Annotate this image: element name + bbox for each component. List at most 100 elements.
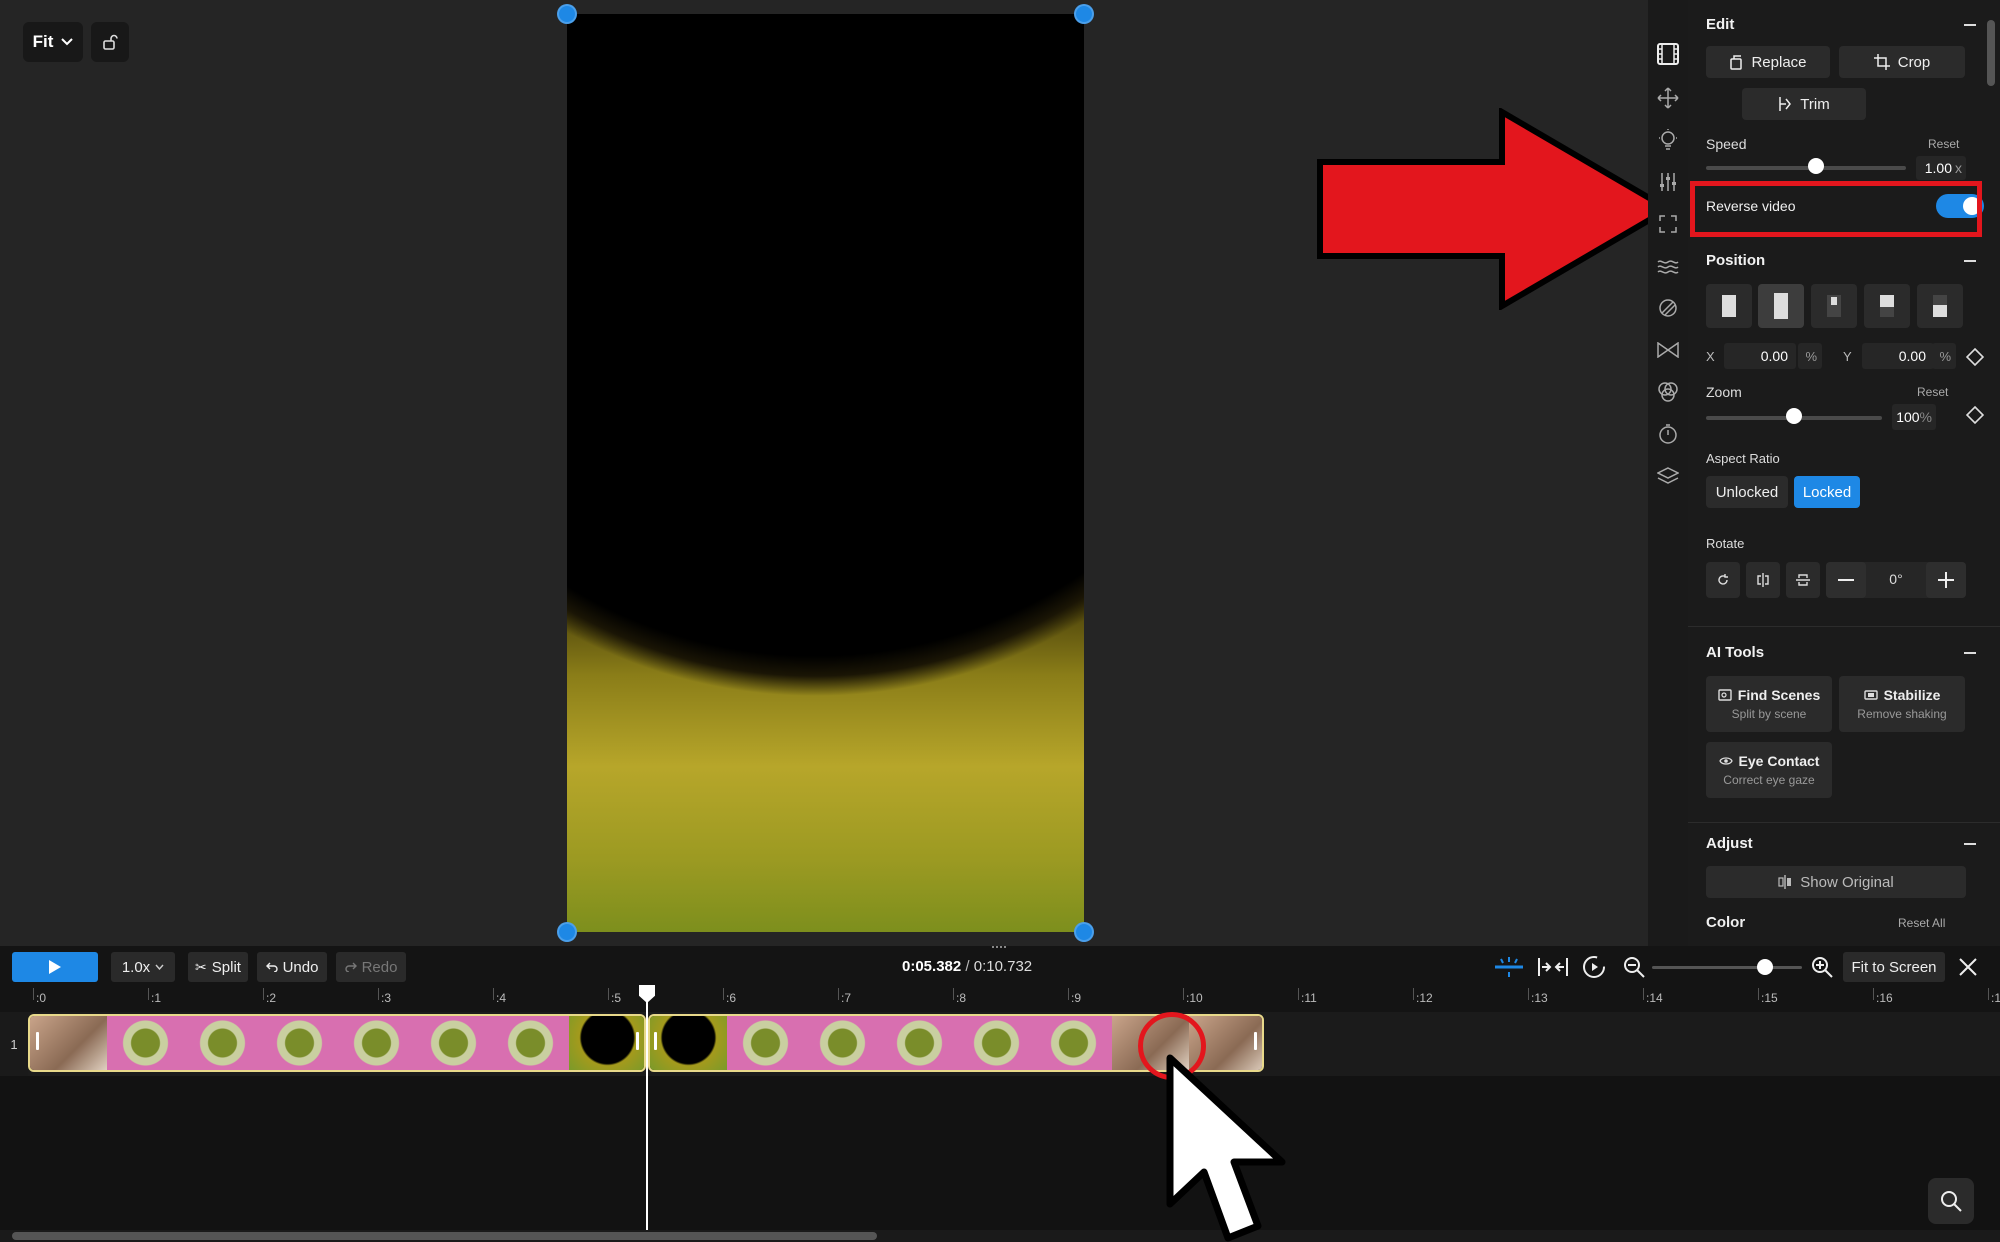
rotate-label: Rotate (1706, 536, 1745, 551)
speed-value-box[interactable]: 1.00 x (1916, 156, 1966, 180)
collapse-edit-icon[interactable] (1964, 24, 1976, 26)
rotate-button[interactable] (1706, 562, 1740, 598)
find-scenes-button[interactable]: Find Scenes Split by scene (1706, 676, 1832, 732)
timeline-tracks: 1 (0, 1012, 2000, 1230)
resize-handle-top-right[interactable] (1074, 4, 1094, 24)
sliders-icon[interactable] (1656, 170, 1680, 194)
ruler-tick-label: :14 (1646, 991, 1663, 1005)
resize-grip[interactable] (992, 946, 1006, 949)
collapse-ai-tools-icon[interactable] (1964, 652, 1976, 654)
zoom-value-box[interactable]: 100 % (1892, 404, 1936, 430)
clip-thumbnail (492, 1016, 569, 1070)
mask-icon[interactable] (1656, 296, 1680, 320)
clip-trim-handle-right[interactable] (636, 1032, 639, 1050)
y-value-box[interactable]: 0.00 (1862, 343, 1934, 369)
fit-dropdown[interactable]: Fit (23, 22, 83, 62)
position-lower-button[interactable] (1917, 284, 1963, 328)
search-button[interactable] (1928, 1178, 1974, 1224)
resize-handle-bottom-right[interactable] (1074, 922, 1094, 942)
flip-vertical-button[interactable] (1786, 562, 1820, 598)
snap-icon[interactable] (1493, 956, 1525, 978)
fit-to-screen-button[interactable]: Fit to Screen (1843, 952, 1945, 982)
y-percent: % (1932, 343, 1956, 369)
locked-button[interactable]: Locked (1794, 476, 1860, 508)
replace-icon (1730, 55, 1743, 70)
position-upper-button[interactable] (1864, 284, 1910, 328)
close-icon[interactable] (1959, 958, 1977, 976)
reset-all[interactable]: Reset All (1898, 916, 1945, 930)
video-clip-1[interactable] (28, 1014, 646, 1072)
collapse-adjust-icon[interactable] (1964, 843, 1976, 845)
position-center-button[interactable] (1758, 284, 1804, 328)
timeline-scrollbar[interactable] (0, 1230, 2000, 1242)
show-original-button[interactable]: Show Original (1706, 866, 1966, 898)
collapse-position-icon[interactable] (1964, 260, 1976, 262)
replace-button[interactable]: Replace (1706, 46, 1830, 78)
timer-icon[interactable] (1656, 422, 1680, 446)
clip-trim-handle-left[interactable] (654, 1032, 657, 1050)
playback-loop-icon[interactable] (1582, 955, 1606, 979)
trim-button[interactable]: Trim (1742, 88, 1866, 120)
zoom-in-icon[interactable] (1811, 956, 1833, 978)
color-circles-icon[interactable] (1656, 380, 1680, 404)
speed-reset[interactable]: Reset (1928, 137, 1959, 151)
video-editor: Fit Edit Replace Crop Trim Speed Reset 1… (0, 0, 2000, 1242)
x-value-box[interactable]: 0.00 (1724, 343, 1796, 369)
zoom-slider-thumb[interactable] (1786, 408, 1802, 424)
clip-trim-handle-left[interactable] (36, 1032, 39, 1050)
rotate-value[interactable]: 0° (1872, 571, 1920, 587)
find-scenes-icon (1718, 689, 1732, 701)
layers-icon[interactable] (1656, 464, 1680, 488)
transition-icon[interactable] (1656, 338, 1680, 362)
timeline-zoom-thumb[interactable] (1756, 959, 1773, 975)
speed-slider-track[interactable] (1706, 166, 1906, 170)
crop-frame-icon[interactable] (1656, 212, 1680, 236)
playback-speed-dropdown[interactable]: 1.0x (111, 952, 175, 982)
ruler-tick-label: :2 (266, 991, 277, 1005)
position-center-icon (1774, 293, 1788, 319)
highlight-box-annotation (1690, 181, 1982, 237)
unlock-button[interactable] (91, 22, 129, 62)
ruler-tick (608, 988, 609, 1000)
resize-handle-top-left[interactable] (557, 4, 577, 24)
resize-handle-bottom-left[interactable] (557, 922, 577, 942)
position-fill-button[interactable] (1706, 284, 1752, 328)
show-original-label: Show Original (1800, 873, 1894, 891)
y-label: Y (1843, 349, 1852, 364)
unlocked-button[interactable]: Unlocked (1706, 476, 1788, 508)
speed-slider-thumb[interactable] (1808, 158, 1824, 174)
texture-icon[interactable] (1656, 254, 1680, 278)
play-button[interactable] (12, 952, 98, 982)
lightbulb-icon[interactable] (1656, 128, 1680, 152)
rotate-decrease-button[interactable] (1826, 562, 1866, 598)
stabilize-button[interactable]: Stabilize Remove shaking (1839, 676, 1965, 732)
flip-horizontal-button[interactable] (1746, 562, 1780, 598)
zoom-keyframe-icon[interactable] (1966, 406, 1984, 424)
trim-label: Trim (1800, 95, 1830, 113)
zoom-reset[interactable]: Reset (1917, 385, 1948, 399)
zoom-out-icon[interactable] (1623, 956, 1645, 978)
timeline-scrollbar-thumb[interactable] (12, 1232, 877, 1240)
clip-trim-handle-right[interactable] (1254, 1032, 1257, 1050)
position-fill-icon (1722, 295, 1736, 317)
redo-button[interactable]: Redo (336, 952, 406, 982)
ruler-tick-label: :12 (1416, 991, 1433, 1005)
fit-gaps-icon[interactable] (1537, 956, 1569, 978)
rotate-increase-button[interactable] (1926, 562, 1966, 598)
timeline-ruler[interactable]: :0:1:2:3:4:5:6:7:8:9:10:11:12:13:14:15:1… (0, 988, 2000, 1012)
crop-button[interactable]: Crop (1839, 46, 1965, 78)
speed-unit: x (1955, 160, 1962, 176)
position-keyframe-icon[interactable] (1966, 348, 1984, 366)
position-top-button[interactable] (1811, 284, 1857, 328)
timeline-zoom-slider[interactable] (1652, 966, 1802, 969)
split-button[interactable]: ✂ Split (188, 952, 248, 982)
ruler-tick-label: :9 (1071, 991, 1082, 1005)
video-frame[interactable] (567, 14, 1084, 932)
undo-button[interactable]: Undo (257, 952, 327, 982)
move-icon[interactable] (1656, 86, 1680, 110)
eye-contact-button[interactable]: Eye Contact Correct eye gaze (1706, 742, 1832, 798)
ruler-tick (1758, 988, 1759, 1000)
playhead-line[interactable] (646, 988, 648, 1230)
film-icon[interactable] (1656, 42, 1680, 66)
panel-scrollbar[interactable] (1987, 20, 1995, 86)
